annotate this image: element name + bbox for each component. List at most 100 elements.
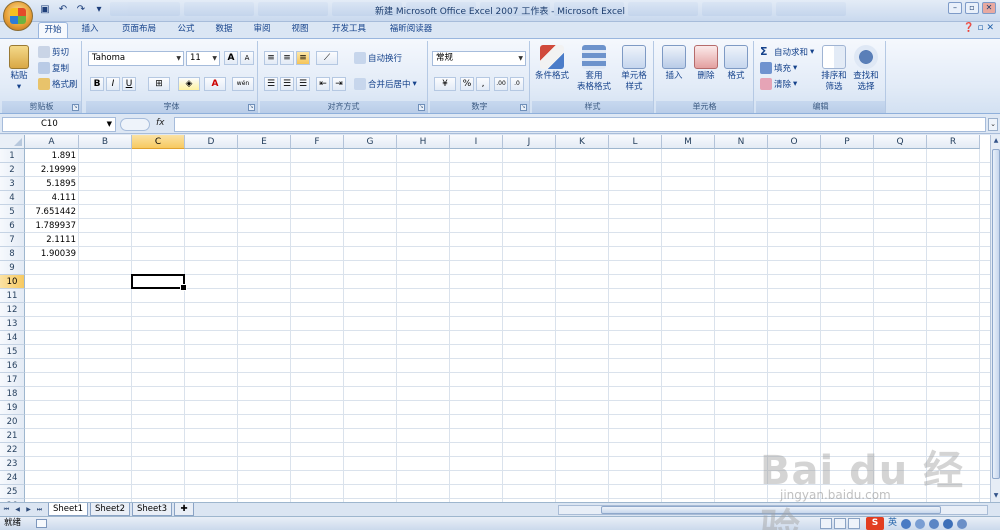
scroll-down-icon[interactable]: ▼ <box>991 490 1000 502</box>
column-header[interactable]: M <box>662 135 715 149</box>
column-header[interactable]: Q <box>874 135 927 149</box>
row-header[interactable]: 22 <box>0 443 25 457</box>
sheet-tab-2[interactable]: Sheet2 <box>90 503 130 516</box>
alignment-launcher-icon[interactable]: ↘ <box>418 104 425 111</box>
active-cell-selection[interactable] <box>131 274 187 291</box>
cell-styles-button[interactable]: 单元格 样式 <box>616 45 652 93</box>
column-header[interactable]: O <box>768 135 821 149</box>
align-right-button[interactable]: ☰ <box>296 77 310 91</box>
row-header[interactable]: 19 <box>0 401 25 415</box>
tab-view[interactable]: 视图 <box>284 22 316 38</box>
column-header[interactable]: K <box>556 135 609 149</box>
formula-input[interactable] <box>174 117 986 132</box>
insert-cells-button[interactable]: 插入 <box>656 45 692 82</box>
vertical-scrollbar[interactable]: ▲ ▼ <box>990 135 1000 502</box>
row-header[interactable]: 12 <box>0 303 25 317</box>
number-launcher-icon[interactable]: ↘ <box>520 104 527 111</box>
row-header[interactable]: 15 <box>0 345 25 359</box>
close-button[interactable]: ✕ <box>982 2 996 14</box>
copy-button[interactable]: 复制 <box>38 61 69 75</box>
cell-A2[interactable]: 2.19999 <box>25 163 79 177</box>
tab-formulas[interactable]: 公式 <box>170 22 202 38</box>
row-header[interactable]: 5 <box>0 205 25 219</box>
column-header[interactable]: E <box>238 135 291 149</box>
row-header[interactable]: 24 <box>0 471 25 485</box>
column-header[interactable]: R <box>927 135 980 149</box>
row-header[interactable]: 4 <box>0 191 25 205</box>
merge-center-button[interactable]: 合并后居中 ▾ <box>354 77 417 91</box>
column-header[interactable]: I <box>450 135 503 149</box>
borders-button[interactable]: ⊞ <box>148 77 170 91</box>
row-header[interactable]: 9 <box>0 261 25 275</box>
paste-button[interactable]: 粘贴 ▾ <box>4 45 34 93</box>
scroll-up-icon[interactable]: ▲ <box>991 135 1000 147</box>
align-middle-button[interactable]: ≡ <box>280 51 294 65</box>
decrease-indent-button[interactable]: ⇤ <box>316 77 330 91</box>
clipboard-launcher-icon[interactable]: ↘ <box>72 104 79 111</box>
keyboard-icon[interactable] <box>929 518 940 529</box>
first-sheet-icon[interactable]: ⏮ <box>2 504 11 515</box>
settings-icon[interactable] <box>957 518 968 529</box>
increase-decimal-button[interactable]: .00 <box>494 77 508 91</box>
wrap-text-button[interactable]: 自动换行 <box>354 51 402 65</box>
decrease-decimal-button[interactable]: .0 <box>510 77 524 91</box>
font-name-select[interactable]: Tahoma ▼ <box>88 51 184 66</box>
row-header[interactable]: 20 <box>0 415 25 429</box>
row-header[interactable]: 2 <box>0 163 25 177</box>
cell-A1[interactable]: 1.891 <box>25 149 79 163</box>
tab-insert[interactable]: 插入 <box>74 22 106 38</box>
align-left-button[interactable]: ☰ <box>264 77 278 91</box>
align-center-button[interactable]: ☰ <box>280 77 294 91</box>
select-all-button[interactable] <box>0 135 25 149</box>
cell-A8[interactable]: 1.90039 <box>25 247 79 261</box>
column-header[interactable]: F <box>291 135 344 149</box>
row-header[interactable]: 10 <box>0 275 25 289</box>
cell-A6[interactable]: 1.789937 <box>25 219 79 233</box>
column-header[interactable]: L <box>609 135 662 149</box>
tab-foxit-reader[interactable]: 福昕阅读器 <box>382 22 440 38</box>
column-header[interactable]: J <box>503 135 556 149</box>
row-header[interactable]: 11 <box>0 289 25 303</box>
orientation-button[interactable]: ⟋ <box>316 51 338 65</box>
page-break-view-icon[interactable] <box>848 518 860 529</box>
row-header[interactable]: 21 <box>0 429 25 443</box>
macro-record-icon[interactable] <box>36 519 47 528</box>
tab-data[interactable]: 数据 <box>208 22 240 38</box>
cell-A3[interactable]: 5.1895 <box>25 177 79 191</box>
formula-bar-splitter[interactable] <box>120 118 150 131</box>
row-header[interactable]: 18 <box>0 387 25 401</box>
cell-A7[interactable]: 2.1111 <box>25 233 79 247</box>
tab-review[interactable]: 审阅 <box>246 22 278 38</box>
row-header[interactable]: 16 <box>0 359 25 373</box>
align-top-button[interactable]: ≡ <box>264 51 278 65</box>
row-header[interactable]: 13 <box>0 317 25 331</box>
grow-font-button[interactable]: A <box>224 51 238 65</box>
column-header[interactable]: B <box>79 135 132 149</box>
sheet-tab-1[interactable]: Sheet1 <box>48 503 88 516</box>
row-header[interactable]: 7 <box>0 233 25 247</box>
column-header[interactable]: D <box>185 135 238 149</box>
sheet-tab-3[interactable]: Sheet3 <box>132 503 172 516</box>
sort-filter-button[interactable]: 排序和 筛选 <box>816 45 852 93</box>
prev-sheet-icon[interactable]: ◀ <box>13 504 22 515</box>
normal-view-icon[interactable] <box>820 518 832 529</box>
cut-button[interactable]: 剪切 <box>38 45 69 59</box>
fill-button[interactable]: 填充 ▾ <box>760 61 797 75</box>
format-painter-button[interactable]: 格式刷 <box>38 77 78 91</box>
increase-indent-button[interactable]: ⇥ <box>332 77 346 91</box>
sogou-ime-icon[interactable]: S <box>866 517 884 530</box>
phonetic-button[interactable]: wén <box>232 77 254 91</box>
underline-button[interactable]: U <box>122 77 136 91</box>
row-header[interactable]: 14 <box>0 331 25 345</box>
column-header[interactable]: A <box>25 135 79 149</box>
fill-color-button[interactable]: ◈ <box>178 77 200 91</box>
column-header[interactable]: P <box>821 135 874 149</box>
font-launcher-icon[interactable]: ↘ <box>248 104 255 111</box>
office-button[interactable] <box>3 1 33 31</box>
cell-A4[interactable]: 4.111 <box>25 191 79 205</box>
number-format-select[interactable]: 常规 ▼ <box>432 51 526 66</box>
punctuation-icon[interactable] <box>915 518 926 529</box>
comma-button[interactable]: , <box>476 77 490 91</box>
conditional-format-button[interactable]: 条件格式 <box>534 45 570 82</box>
help-icon[interactable]: ❓ ▫ ✕ <box>963 23 994 33</box>
